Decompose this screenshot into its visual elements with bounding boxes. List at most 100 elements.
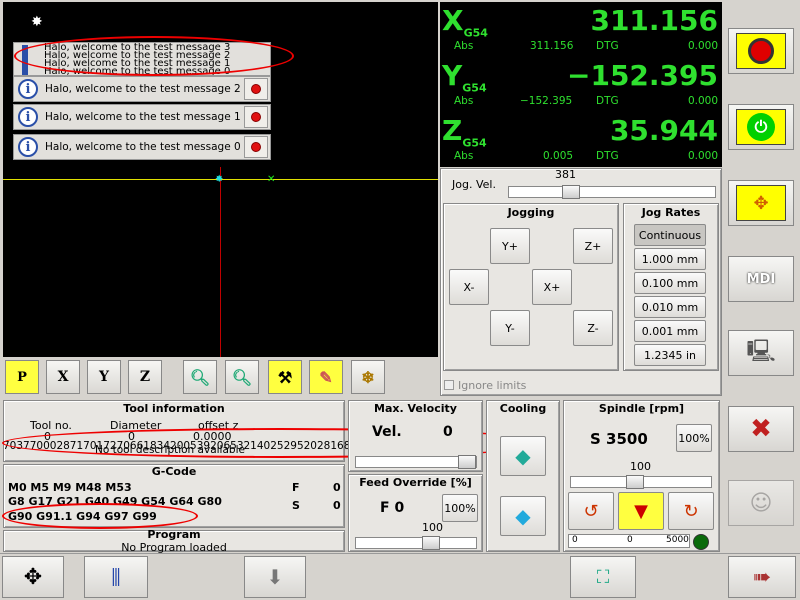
power-icon: ⏻ (736, 109, 786, 145)
gcode-f-value: 0 (333, 481, 341, 494)
spindle-stop-icon: ▼ (634, 500, 648, 522)
spindle-bar-max: 5000 (666, 535, 689, 545)
gcode-preview[interactable]: ✸ Halo, welcome to the test message 3 Ha… (3, 2, 438, 357)
jog-vel-value: 381 (555, 168, 576, 181)
exit-door-icon: ➠ (752, 564, 772, 590)
jog-z-plus-button[interactable]: Z+ (573, 228, 613, 264)
slider-thumb[interactable] (626, 475, 644, 489)
dro-z-abs: 0.005 (543, 150, 574, 162)
slider-thumb[interactable] (562, 185, 580, 199)
origin-button[interactable]: ✥ (2, 556, 64, 598)
view-p-button[interactable]: P (5, 360, 39, 394)
view-y-button[interactable]: Y (87, 360, 121, 394)
jog-rate-0.1mm[interactable]: 0.100 mm (634, 272, 706, 294)
jog-vel-slider[interactable] (508, 185, 716, 199)
jog-rate-0.01mm[interactable]: 0.010 mm (634, 296, 706, 318)
jog-z-minus-button[interactable]: Z- (573, 310, 613, 346)
user-icon: ☺ (749, 490, 773, 516)
slider-thumb[interactable] (458, 455, 476, 469)
jog-rate-0.001mm[interactable]: 0.001 mm (634, 320, 706, 342)
jog-y-minus-button[interactable]: Y- (490, 310, 530, 346)
view-z-label: Z (139, 369, 151, 385)
jog-x-plus-button[interactable]: X+ (532, 269, 572, 305)
zoom-out-button[interactable]: 🔍︎ (225, 360, 259, 394)
spindle-stop-button[interactable]: ▼ (618, 492, 664, 530)
max-velocity-slider[interactable] (355, 455, 477, 469)
slider-thumb[interactable] (422, 536, 440, 550)
manual-mode-button[interactable]: ✥ (728, 180, 794, 226)
dro-z-dtg-label: DTG (596, 150, 619, 162)
dismiss-message-button[interactable] (244, 78, 268, 100)
dro-x: XG54 311.156 Abs 311.156 DTG 0.000 (440, 2, 722, 57)
power-button[interactable]: ⏻ (728, 104, 794, 150)
tool-change-button[interactable]: ⬇ (244, 556, 306, 598)
spindle-cw-button[interactable]: ↻ (668, 492, 714, 530)
jog-rate-inch[interactable]: 1.2345 in (634, 344, 706, 366)
pencil-button[interactable]: ✎ (309, 360, 343, 394)
touch-off-button[interactable]: ⫼ (84, 556, 148, 598)
jog-rate-continuous[interactable]: Continuous (634, 224, 706, 246)
message-item: i Halo, welcome to the test message 0 (13, 134, 271, 160)
spindle-ccw-button[interactable]: ↺ (568, 492, 614, 530)
tool-description: No tool description available (95, 444, 245, 456)
info-icon: i (18, 107, 38, 127)
mist-coolant-button[interactable]: ◆ (500, 496, 546, 536)
fullscreen-button[interactable]: ⛶ (570, 556, 636, 598)
clear-button[interactable]: ❄ (351, 360, 385, 394)
tools-icon: ✖ (750, 414, 772, 444)
view-z-button[interactable]: Z (128, 360, 162, 394)
tool-setter-icon: ⫼ (111, 565, 121, 589)
message-item: i Halo, welcome to the test message 1 (13, 104, 271, 130)
dro-x-abs-label: Abs (454, 40, 474, 52)
dro-y-abs: −152.395 (520, 95, 573, 107)
feed-override-reset-button[interactable]: 100% (442, 494, 478, 522)
user-button[interactable]: ☺ (728, 480, 794, 526)
view-x-button[interactable]: X (46, 360, 80, 394)
jog-rate-1mm[interactable]: 1.000 mm (634, 248, 706, 270)
spindle-bar-min: 0 (572, 535, 578, 545)
message-text: Halo, welcome to the test message 2 (45, 83, 241, 95)
settings-button[interactable]: ✖ (728, 406, 794, 452)
dro-y: YG54 −152.395 Abs −152.395 DTG 0.000 (440, 57, 722, 112)
tool-marker-icon: ✸ (215, 174, 224, 185)
tool-bit-icon: ⬇ (266, 565, 284, 589)
spindle-bar-current: 0 (627, 535, 633, 545)
jog-x-minus-button[interactable]: X- (449, 269, 489, 305)
y-axis-line (220, 167, 221, 357)
fullscreen-icon: ⛶ (596, 566, 610, 588)
feed-value: F 0 (380, 500, 405, 516)
max-velocity-label: Vel. (372, 424, 402, 440)
feed-override-slider[interactable] (355, 536, 477, 550)
dismiss-message-button[interactable] (244, 136, 268, 158)
gcode-active-m: M0 M5 M9 M48 M53 (8, 481, 132, 494)
dro-y-value: −152.395 (567, 59, 718, 92)
jog-y-plus-button[interactable]: Y+ (490, 228, 530, 264)
view-toolbar: P X Y Z 🔍︎ 🔍︎ ⚒ ✎ ❄ (3, 357, 438, 397)
dro-z-axis: ZG54 (442, 114, 487, 150)
dro-z-abs-label: Abs (454, 150, 474, 162)
tool-info-title: Tool information (123, 402, 225, 415)
mdi-button[interactable]: MDI (728, 256, 794, 302)
flood-coolant-button[interactable]: ◆ (500, 436, 546, 476)
dro-x-value: 311.156 (590, 4, 718, 37)
message-text: Halo, welcome to the test message 0 (45, 141, 241, 153)
dismiss-message-button[interactable] (244, 106, 268, 128)
spindle-title: Spindle [rpm] (598, 402, 685, 415)
ignore-limits-checkbox[interactable] (444, 380, 454, 390)
stack-message: Halo, welcome to the test message 0 (44, 66, 231, 76)
mdi-icon: MDI (746, 271, 776, 287)
gcode-active-g2: G90 G91.1 G94 G97 G99 (8, 510, 157, 523)
auto-mode-button[interactable]: 🖳︎ (728, 330, 794, 376)
spindle-override-reset-button[interactable]: 100% (676, 424, 712, 452)
view-x-label: X (57, 369, 69, 385)
exit-button[interactable]: ➠ (728, 556, 796, 598)
zoom-in-button[interactable]: 🔍︎ (183, 360, 217, 394)
spindle-at-speed-led (693, 534, 709, 550)
dro-x-axis: XG54 (442, 4, 488, 40)
estop-button[interactable] (728, 28, 794, 74)
dro-x-abs: 311.156 (530, 40, 574, 52)
spindle-override-slider[interactable] (570, 475, 712, 489)
tool-path-button[interactable]: ⚒ (268, 360, 302, 394)
gcode-s-label: S (292, 499, 300, 512)
info-icon: i (18, 137, 38, 157)
